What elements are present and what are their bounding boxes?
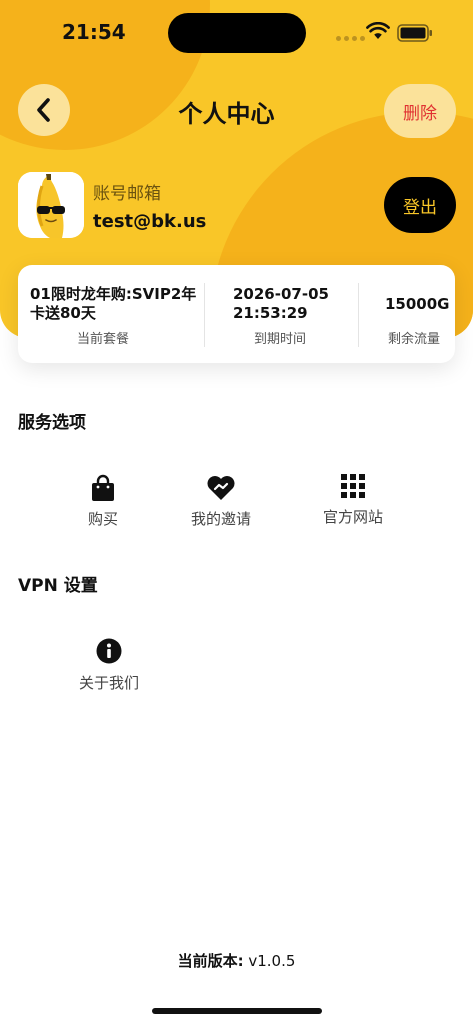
expire-caption: 到期时间 — [254, 332, 307, 347]
purchase-option[interactable]: 购买 — [48, 474, 158, 529]
about-us-label: 关于我们 — [78, 674, 139, 692]
version-value: v1.0.5 — [248, 952, 296, 970]
account-email-label: 账号邮箱 — [93, 184, 161, 204]
avatar — [18, 172, 84, 238]
profile-screen: 21:54 个人中心 删除 账号邮箱 test@bk.us 登出 01限时龙年购… — [0, 0, 473, 1024]
battery-icon — [397, 24, 432, 42]
banana-avatar-icon — [18, 172, 84, 238]
app-version: 当前版本: v1.0.5 — [0, 950, 473, 971]
about-us-option[interactable]: 关于我们 — [54, 638, 164, 693]
invitation-label: 我的邀请 — [190, 510, 251, 528]
divider — [358, 283, 359, 347]
shopping-bag-icon — [92, 474, 114, 501]
info-icon — [96, 638, 122, 664]
plan-name-caption: 当前套餐 — [77, 332, 130, 347]
services-section-title: 服务选项 — [18, 413, 86, 433]
heart-handshake-icon — [207, 476, 235, 500]
expire-time: 21:53:29 — [233, 304, 308, 322]
home-indicator[interactable] — [152, 1008, 322, 1014]
divider — [204, 283, 205, 347]
plan-name: 01限时龙年购:SVIP2年卡送80天 — [30, 285, 197, 322]
purchase-label: 购买 — [87, 510, 118, 528]
version-label: 当前版本: — [177, 952, 244, 970]
traffic-remaining: 15000G — [385, 295, 450, 313]
delete-account-button[interactable]: 删除 — [384, 84, 456, 138]
dynamic-island — [168, 13, 306, 53]
logout-button[interactable]: 登出 — [384, 177, 456, 233]
traffic-caption: 剩余流量 — [388, 332, 441, 347]
cellular-signal-icon — [336, 36, 365, 41]
status-time: 21:54 — [62, 20, 126, 44]
official-website-label: 官方网站 — [322, 508, 383, 526]
wifi-icon — [366, 22, 390, 39]
subscription-card: 01限时龙年购:SVIP2年卡送80天 当前套餐 2026-07-05 21:5… — [18, 265, 455, 363]
account-email-value: test@bk.us — [93, 211, 207, 232]
grid-icon — [341, 474, 365, 498]
vpn-section-title: VPN 设置 — [18, 576, 98, 596]
official-website-option[interactable]: 官方网站 — [298, 474, 408, 527]
expire-date: 2026-07-05 — [233, 285, 329, 303]
expire-datetime: 2026-07-05 21:53:29 — [233, 285, 329, 323]
invitation-option[interactable]: 我的邀请 — [166, 474, 276, 529]
